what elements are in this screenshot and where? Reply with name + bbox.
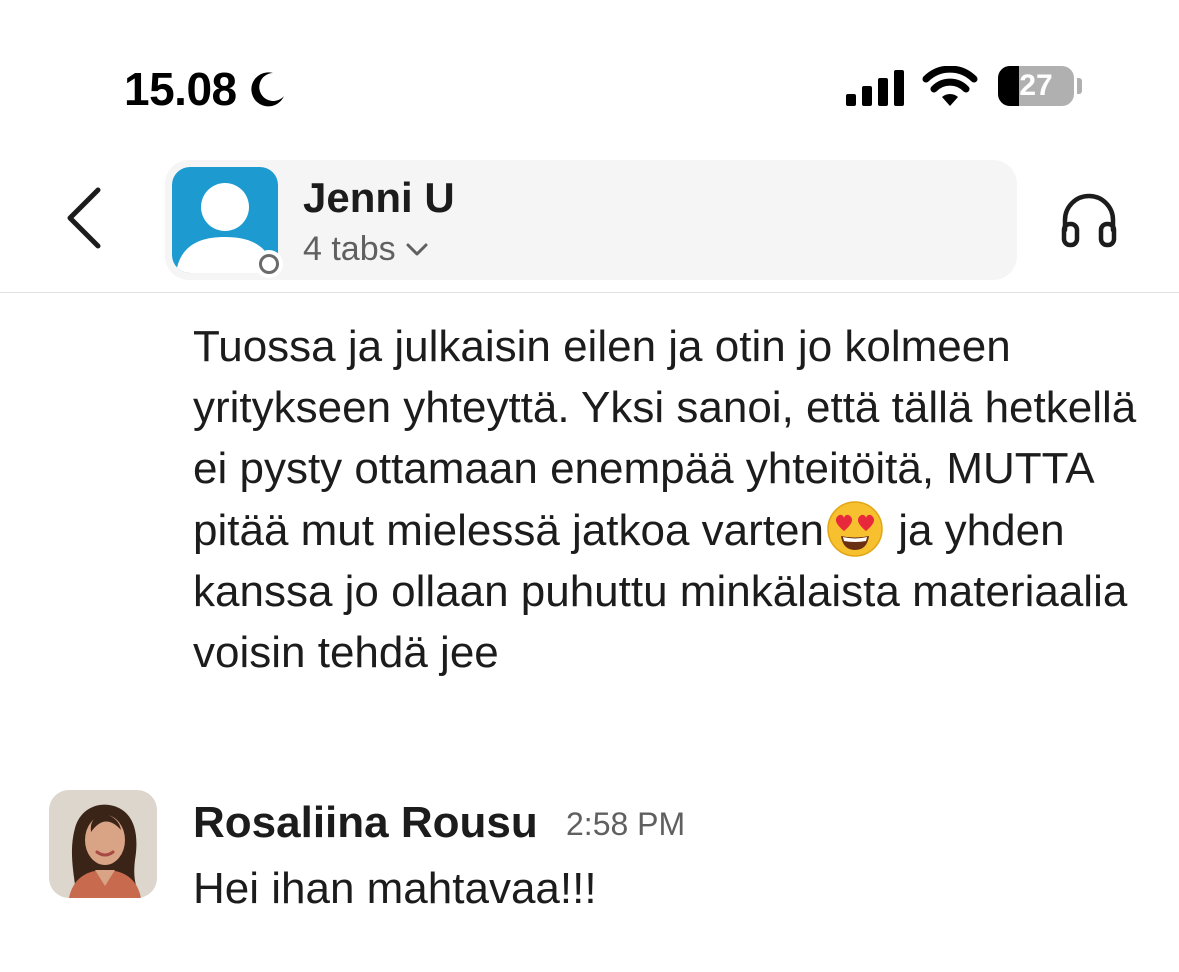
status-time: 15.08 (124, 62, 287, 116)
battery-level: 27 (1019, 69, 1053, 102)
chevron-down-icon (406, 243, 428, 255)
presence-indicator (255, 250, 283, 278)
back-button[interactable] (60, 186, 108, 250)
message-timestamp: 2:58 PM (566, 806, 686, 842)
battery-cap (1077, 78, 1082, 94)
message-text: Hei ihan mahtavaa!!! (193, 864, 597, 913)
signal-icon (846, 70, 904, 106)
heart-eyes-emoji (827, 501, 883, 557)
slack-dm-screen: 15.08 27 Jenni U 4 tabs Tuossa ja julkai… (0, 0, 1179, 972)
sender-avatar[interactable] (49, 790, 157, 898)
sender-name[interactable]: Rosaliina Rousu (193, 798, 538, 848)
profile-photo (49, 790, 157, 898)
wifi-icon (922, 66, 978, 106)
message-text: Tuossa ja julkaisin eilen ja otin jo kol… (193, 316, 1153, 683)
tabs-selector[interactable]: 4 tabs (303, 230, 428, 269)
tabs-label: 4 tabs (303, 230, 396, 268)
status-time-label: 15.08 (124, 63, 237, 115)
header-divider (0, 292, 1179, 293)
moon-icon (250, 72, 284, 107)
conversation-header[interactable]: Jenni U 4 tabs (165, 160, 1017, 280)
battery-icon: 27 (998, 66, 1074, 106)
headphones-icon[interactable] (1058, 188, 1120, 250)
contact-name: Jenni U (303, 174, 455, 221)
